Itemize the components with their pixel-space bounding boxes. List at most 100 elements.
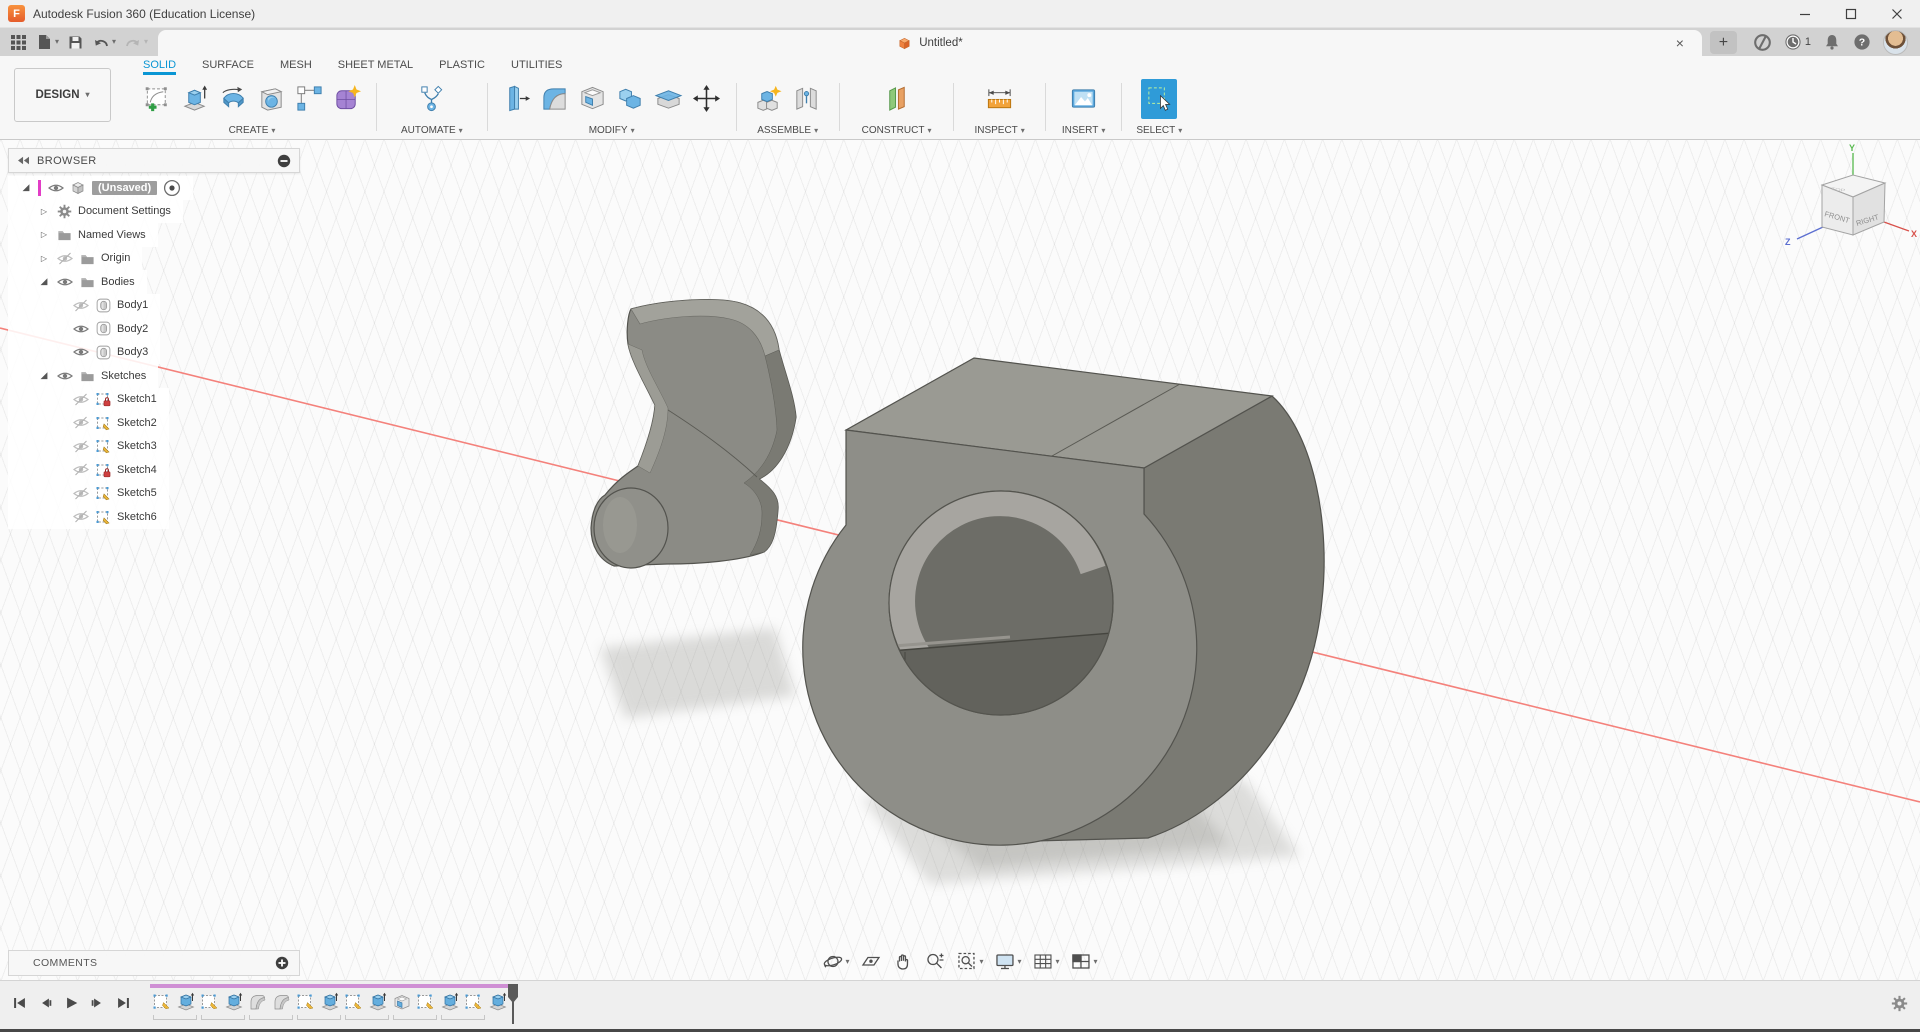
group-label-create[interactable]: CREATE ▾ (229, 122, 276, 139)
automate-button[interactable] (414, 79, 450, 119)
activate-component-radio[interactable] (163, 179, 181, 197)
split-body-button[interactable] (651, 79, 687, 119)
timeline-settings-gear-icon[interactable] (1891, 995, 1908, 1012)
timeline-feature-sketch[interactable] (342, 989, 366, 1015)
browser-item-sketch6[interactable]: Sketch6 (8, 505, 169, 529)
insert-image-button[interactable] (1066, 79, 1102, 119)
timeline-feature-extrude[interactable] (222, 989, 246, 1015)
browser-item-root[interactable]: ◢ (Unsaved) (8, 176, 194, 200)
document-tab[interactable]: Untitled* × (158, 30, 1702, 56)
timeline-feature-extrude[interactable] (174, 989, 198, 1015)
extensions-icon[interactable] (1753, 33, 1772, 52)
undo-button[interactable]: ▾ (88, 30, 120, 54)
group-label-insert[interactable]: INSERT ▾ (1062, 122, 1106, 139)
timeline-feature-extrude[interactable] (318, 989, 342, 1015)
browser-item-sketches[interactable]: ◢ Sketches (8, 364, 159, 388)
collapsed-triangle-icon[interactable]: ▷ (38, 230, 50, 239)
close-window-button[interactable] (1874, 0, 1920, 27)
group-label-select[interactable]: SELECT ▾ (1136, 122, 1182, 139)
expand-triangle-icon[interactable]: ◢ (20, 182, 32, 193)
work​space-switcher[interactable]: DESIGN ▾ (14, 68, 111, 122)
view-cube[interactable]: TOP FRONT RIGHT X Y Z (1785, 143, 1917, 247)
viewports-button[interactable]: ▾ (1068, 949, 1101, 974)
add-comment-icon[interactable] (275, 956, 289, 970)
step-back-button[interactable] (36, 994, 54, 1012)
grid-settings-button[interactable]: ▾ (1030, 949, 1063, 974)
browser-item-sketch4[interactable]: Sketch4 (8, 458, 169, 482)
new-component-button[interactable] (751, 79, 787, 119)
measure-button[interactable] (982, 79, 1018, 119)
timeline-feature-sketch[interactable] (150, 989, 174, 1015)
visibility-eye-off-icon[interactable] (56, 252, 73, 265)
browser-item-bodies[interactable]: ◢ Bodies (8, 270, 147, 294)
browser-header[interactable]: BROWSER (8, 148, 300, 173)
timeline-feature-fillet[interactable] (270, 989, 294, 1015)
browser-item-sketch1[interactable]: Sketch1 (8, 387, 169, 411)
notifications-bell-icon[interactable] (1823, 33, 1841, 51)
timeline-feature-sketch[interactable] (462, 989, 486, 1015)
minimize-button[interactable] (1782, 0, 1828, 27)
browser-item-sketch3[interactable]: Sketch3 (8, 434, 169, 458)
app-grid-icon[interactable] (6, 30, 31, 54)
body-small-cam[interactable] (590, 299, 797, 569)
zoom-button[interactable] (921, 949, 948, 974)
fillet-button[interactable] (537, 79, 573, 119)
body-large-ring[interactable] (802, 357, 1325, 846)
visibility-eye-icon[interactable] (56, 370, 73, 382)
group-label-construct[interactable]: CONSTRUCT ▾ (862, 122, 932, 139)
visibility-eye-off-icon[interactable] (72, 393, 89, 406)
go-to-start-button[interactable] (10, 994, 28, 1012)
new-tab-button[interactable]: + (1709, 31, 1737, 54)
visibility-eye-icon[interactable] (72, 346, 89, 358)
construct-plane-button[interactable] (879, 79, 915, 119)
comments-panel[interactable]: COMMENTS (8, 950, 300, 976)
expand-triangle-icon[interactable]: ◢ (38, 370, 50, 381)
collapsed-triangle-icon[interactable]: ▷ (38, 254, 50, 263)
tab-plastic[interactable]: PLASTIC (426, 57, 498, 75)
look-at-button[interactable] (857, 949, 884, 974)
maximize-button[interactable] (1828, 0, 1874, 27)
browser-item-origin[interactable]: ▷ Origin (8, 246, 143, 270)
browser-item-body2[interactable]: Body2 (8, 317, 161, 341)
joint-button[interactable] (789, 79, 825, 119)
visibility-eye-icon[interactable] (72, 323, 89, 335)
group-label-inspect[interactable]: INSPECT ▾ (974, 122, 1024, 139)
hole-button[interactable] (253, 79, 289, 119)
visibility-eye-off-icon[interactable] (72, 440, 89, 453)
timeline-feature-sketch[interactable] (294, 989, 318, 1015)
move-copy-button[interactable] (689, 79, 725, 119)
play-button[interactable] (62, 994, 80, 1012)
go-to-end-button[interactable] (114, 994, 132, 1012)
pan-button[interactable] (889, 949, 916, 974)
press-pull-button[interactable] (499, 79, 535, 119)
group-label-automate[interactable]: AUTOMATE ▾ (401, 122, 463, 139)
visibility-eye-off-icon[interactable] (72, 463, 89, 476)
browser-item-sketch5[interactable]: Sketch5 (8, 481, 169, 505)
group-label-assemble[interactable]: ASSEMBLE ▾ (757, 122, 818, 139)
tab-sheet-metal[interactable]: SHEET METAL (325, 57, 426, 75)
timeline-feature-extrude[interactable] (438, 989, 462, 1015)
timeline-rollback-bar[interactable] (150, 984, 510, 988)
visibility-eye-off-icon[interactable] (72, 299, 89, 312)
visibility-eye-icon[interactable] (56, 276, 73, 288)
timeline-feature-sketch[interactable] (414, 989, 438, 1015)
timeline-feature-sketch[interactable] (198, 989, 222, 1015)
extrude-button[interactable] (177, 79, 213, 119)
tab-solid[interactable]: SOLID (130, 57, 189, 75)
visibility-eye-off-icon[interactable] (72, 416, 89, 429)
select-button[interactable] (1141, 78, 1178, 119)
browser-item-body1[interactable]: Body1 (8, 293, 161, 317)
combine-button[interactable] (613, 79, 649, 119)
shell-button[interactable] (575, 79, 611, 119)
group-label-modify[interactable]: MODIFY ▾ (589, 122, 635, 139)
create-form-button[interactable] (329, 79, 365, 119)
browser-item-named-views[interactable]: ▷ Named Views (8, 223, 158, 247)
browser-item-document-settings[interactable]: ▷ Document Settings (8, 199, 183, 223)
help-icon[interactable]: ? (1853, 33, 1871, 51)
collapsed-triangle-icon[interactable]: ▷ (38, 207, 50, 216)
tab-surface[interactable]: SURFACE (189, 57, 267, 75)
expand-triangle-icon[interactable]: ◢ (38, 276, 50, 287)
visibility-eye-off-icon[interactable] (72, 487, 89, 500)
job-status-button[interactable]: 1 (1784, 33, 1811, 51)
save-button[interactable] (63, 30, 88, 54)
